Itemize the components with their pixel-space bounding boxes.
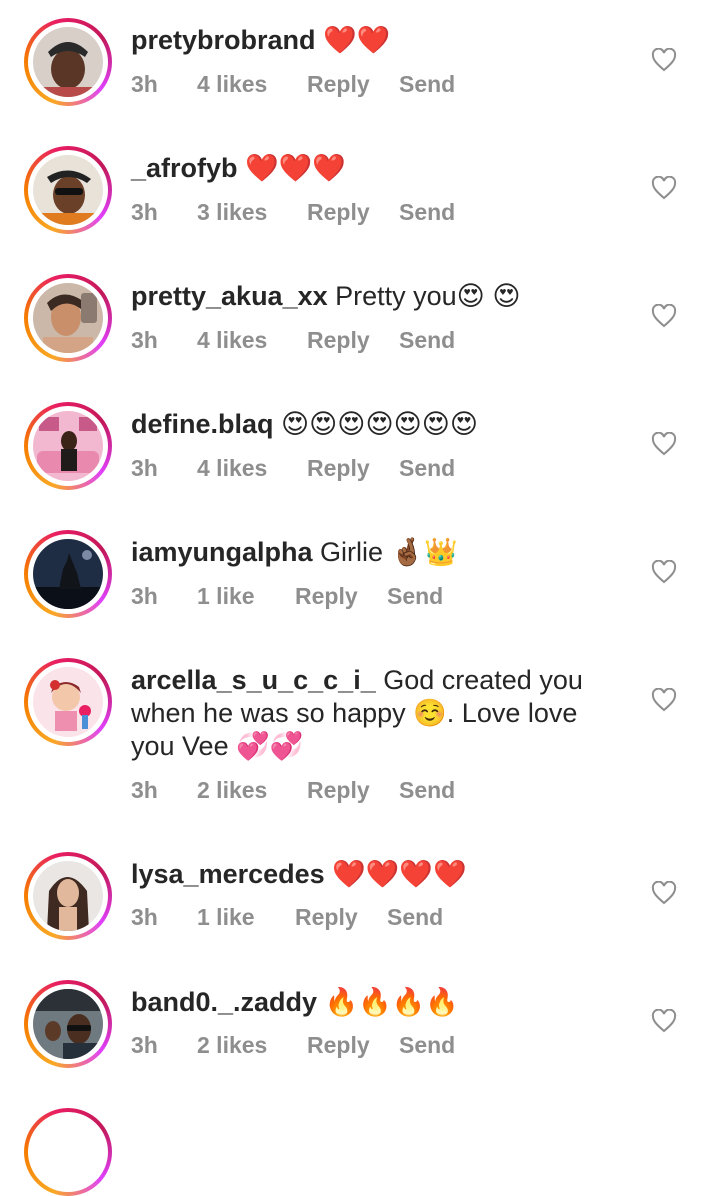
timestamp: 3h <box>131 777 158 803</box>
likes-count[interactable]: 1 like <box>197 583 295 610</box>
avatar-story-ring[interactable] <box>24 274 112 362</box>
username-link[interactable]: pretybrobrand <box>131 25 316 55</box>
comment-body: 🔥🔥🔥🔥 <box>317 987 460 1017</box>
comment-text: define.blaq 😍😍😍😍😍😍😍 <box>131 408 601 441</box>
avatar-story-ring[interactable] <box>24 146 112 234</box>
username-link[interactable]: _afrofyb <box>131 153 238 183</box>
likes-count[interactable]: 1 like <box>197 904 295 931</box>
username-link[interactable]: arcella_s_u_c_c_i_ <box>131 665 376 695</box>
comment-meta: 3h 3 likes Reply Send <box>131 199 455 226</box>
reply-button[interactable]: Reply <box>295 904 387 931</box>
timestamp: 3h <box>131 1032 158 1058</box>
username-link[interactable]: band0._.zaddy <box>131 987 317 1017</box>
avatar-story-ring[interactable] <box>24 18 112 106</box>
likes-count[interactable]: 2 likes <box>197 1032 307 1059</box>
comment-body: Pretty you😍 😍 <box>327 281 521 311</box>
comment-text: arcella_s_u_c_c_i_ God created you when … <box>131 664 601 763</box>
reply-button[interactable]: Reply <box>307 327 399 354</box>
comment-text: band0._.zaddy 🔥🔥🔥🔥 <box>131 986 601 1019</box>
likes-count[interactable]: 4 likes <box>197 71 307 98</box>
comment-text: iamyungalpha Girlie 🤞🏾👑 <box>131 536 601 569</box>
like-heart-icon[interactable] <box>651 432 677 456</box>
comment-text: pretty_akua_xx Pretty you😍 😍 <box>131 280 601 313</box>
avatar <box>33 989 103 1059</box>
timestamp: 3h <box>131 199 158 225</box>
like-heart-icon[interactable] <box>651 881 677 905</box>
send-button[interactable]: Send <box>399 327 455 354</box>
send-button[interactable]: Send <box>387 583 443 610</box>
likes-count[interactable]: 4 likes <box>197 327 307 354</box>
like-heart-icon[interactable] <box>651 560 677 584</box>
username-link[interactable]: lysa_mercedes <box>131 859 325 889</box>
avatar-story-ring[interactable] <box>24 530 112 618</box>
username-link[interactable]: iamyungalpha <box>131 537 313 567</box>
avatar-story-ring[interactable] <box>24 658 112 746</box>
avatar <box>33 155 103 225</box>
reply-button[interactable]: Reply <box>307 71 399 98</box>
like-heart-icon[interactable] <box>651 48 677 72</box>
comment-meta: 3h 4 likes Reply Send <box>131 71 455 98</box>
username-link[interactable]: pretty_akua_xx <box>131 281 328 311</box>
comment-meta: 3h 2 likes Reply Send <box>131 1032 455 1059</box>
comment-meta: 3h 1 like Reply Send <box>131 583 443 610</box>
avatar <box>33 667 103 737</box>
avatar-story-ring[interactable] <box>24 1108 112 1196</box>
send-button[interactable]: Send <box>399 777 455 804</box>
comment-meta: 3h 1 like Reply Send <box>131 904 443 931</box>
avatar <box>33 411 103 481</box>
comment-text: pretybrobrand ❤️❤️ <box>131 24 601 57</box>
comment-meta: 3h 2 likes Reply Send <box>131 777 455 804</box>
avatar-story-ring[interactable] <box>24 980 112 1068</box>
timestamp: 3h <box>131 71 158 97</box>
timestamp: 3h <box>131 455 158 481</box>
comment-body: ❤️❤️❤️ <box>237 153 346 183</box>
avatar <box>33 861 103 931</box>
timestamp: 3h <box>131 327 158 353</box>
avatar <box>33 283 103 353</box>
like-heart-icon[interactable] <box>651 688 677 712</box>
timestamp: 3h <box>131 904 158 930</box>
likes-count[interactable]: 3 likes <box>197 199 307 226</box>
username-link[interactable]: define.blaq <box>131 409 274 439</box>
like-heart-icon[interactable] <box>651 1009 677 1033</box>
send-button[interactable]: Send <box>399 455 455 482</box>
comment-meta: 3h 4 likes Reply Send <box>131 327 455 354</box>
send-button[interactable]: Send <box>399 199 455 226</box>
avatar-story-ring[interactable] <box>24 402 112 490</box>
comment-body: ❤️❤️ <box>315 25 391 55</box>
reply-button[interactable]: Reply <box>307 777 399 804</box>
send-button[interactable]: Send <box>399 71 455 98</box>
likes-count[interactable]: 2 likes <box>197 777 307 804</box>
avatar <box>33 539 103 609</box>
comment-meta: 3h 4 likes Reply Send <box>131 455 455 482</box>
send-button[interactable]: Send <box>399 1032 455 1059</box>
reply-button[interactable]: Reply <box>307 455 399 482</box>
comment-text: lysa_mercedes ❤️❤️❤️❤️ <box>131 858 601 891</box>
comment-body: 😍😍😍😍😍😍😍 <box>273 409 479 439</box>
comment-text: _afrofyb ❤️❤️❤️ <box>131 152 601 185</box>
avatar-story-ring[interactable] <box>24 852 112 940</box>
reply-button[interactable]: Reply <box>307 1032 399 1059</box>
comment-body: Girlie 🤞🏾👑 <box>312 537 458 567</box>
like-heart-icon[interactable] <box>651 304 677 328</box>
reply-button[interactable]: Reply <box>295 583 387 610</box>
comment-body: ❤️❤️❤️❤️ <box>324 859 467 889</box>
timestamp: 3h <box>131 583 158 609</box>
like-heart-icon[interactable] <box>651 176 677 200</box>
likes-count[interactable]: 4 likes <box>197 455 307 482</box>
send-button[interactable]: Send <box>387 904 443 931</box>
avatar <box>33 27 103 97</box>
reply-button[interactable]: Reply <box>307 199 399 226</box>
